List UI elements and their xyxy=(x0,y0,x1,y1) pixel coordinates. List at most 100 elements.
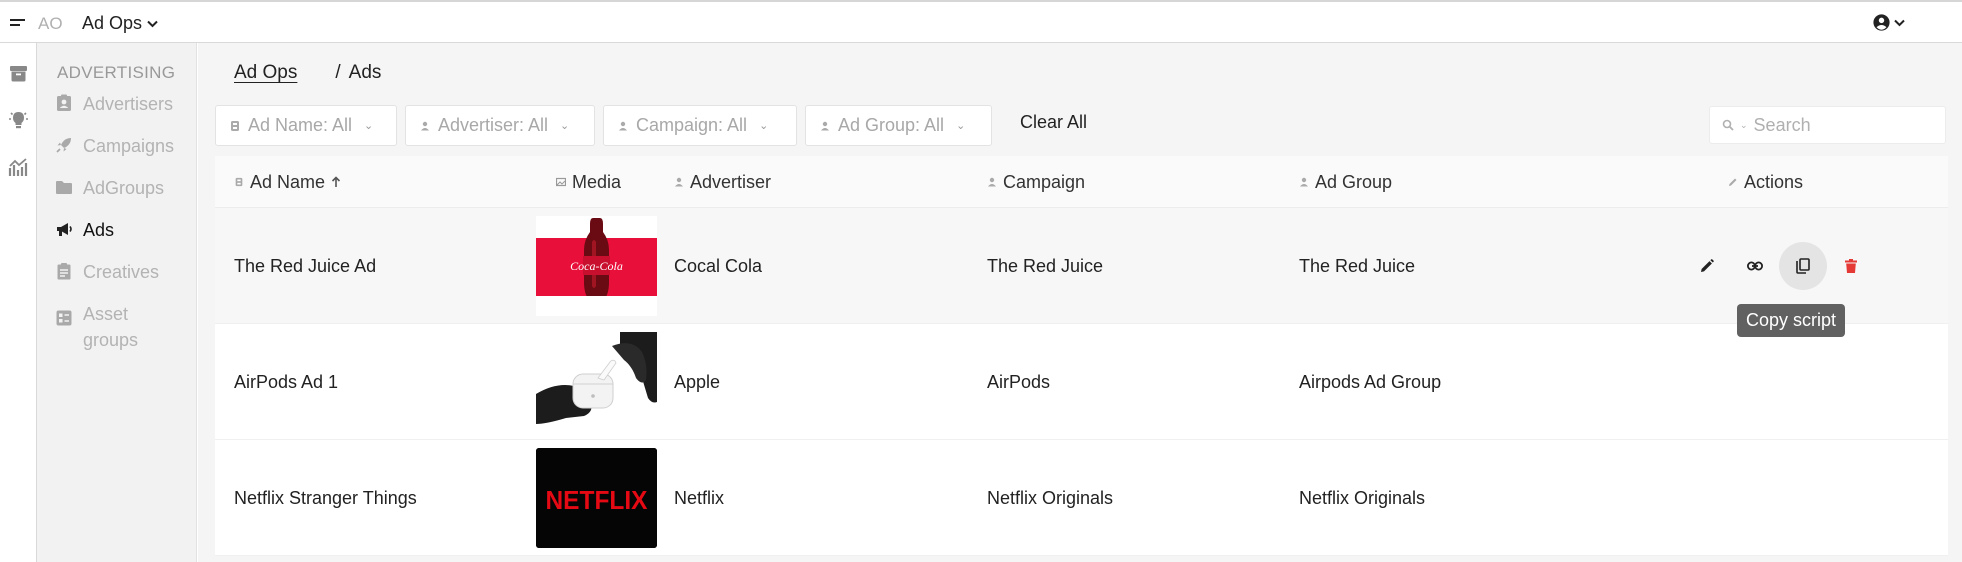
account-circle-icon xyxy=(1873,14,1890,31)
breadcrumb-separator: / xyxy=(335,62,341,83)
cell-ad-name: The Red Juice Ad xyxy=(234,255,377,276)
filter-label: Advertiser: All xyxy=(438,115,549,135)
chevron-down-icon: ⌄ xyxy=(1740,119,1748,130)
menu-icon[interactable] xyxy=(8,14,28,30)
cell-ad-group: The Red Juice xyxy=(1299,255,1416,276)
cell-ad-name: Netflix Stranger Things xyxy=(234,487,417,508)
cell-campaign: Netflix Originals xyxy=(987,487,1114,508)
table-row[interactable]: Netflix Stranger Things NETFLIX Netflix … xyxy=(215,440,1948,556)
breadcrumb: Ad Ops / Ads xyxy=(234,62,381,84)
top-bar: AO Ad Ops xyxy=(0,0,1962,43)
copy-link-button[interactable] xyxy=(1731,242,1779,290)
cell-advertiser: Netflix xyxy=(674,487,725,508)
asset-group-icon xyxy=(56,310,72,326)
chevron-down-icon: ⌄ xyxy=(364,120,374,132)
delete-button[interactable] xyxy=(1827,242,1875,290)
folder-icon xyxy=(56,181,72,194)
filter-bar: Ad Name: All ⌄ Advertiser: All ⌄ Campaig… xyxy=(215,105,992,146)
chevron-down-icon: ⌄ xyxy=(560,120,570,132)
column-header-label: Campaign xyxy=(1003,171,1086,192)
column-header-label: Ad Name xyxy=(250,171,326,192)
filter-label: Ad Name: All xyxy=(248,115,353,135)
rocket-icon xyxy=(56,138,71,153)
person-icon xyxy=(1300,177,1308,187)
sidebar-item-campaigns[interactable]: Campaigns xyxy=(55,133,195,159)
analytics-icon[interactable] xyxy=(8,157,29,178)
search-input[interactable] xyxy=(1753,114,1934,136)
sidebar-item-asset-groups[interactable]: Asset groups xyxy=(55,301,195,353)
sidebar-item-ads[interactable]: Ads xyxy=(55,217,195,243)
filter-campaign[interactable]: Campaign: All ⌄ xyxy=(603,105,797,146)
contact-badge-icon xyxy=(57,94,71,111)
column-header-ad-group[interactable]: Ad Group xyxy=(1299,156,1392,208)
column-header-label: Media xyxy=(572,171,622,192)
filter-label: Ad Group: All xyxy=(838,115,945,135)
cell-advertiser: Apple xyxy=(674,371,721,392)
person-icon xyxy=(619,121,627,130)
column-header-label: Actions xyxy=(1744,171,1804,192)
netflix-logo-image: NETFLIX xyxy=(536,448,657,548)
chevron-down-icon xyxy=(1894,19,1905,26)
org-name: Ad Ops xyxy=(82,13,143,33)
lightbulb-icon[interactable] xyxy=(8,110,29,131)
sidebar-section-title: ADVERTISING xyxy=(57,63,176,82)
netflix-logo-text: NETFLIX xyxy=(546,485,649,515)
sidebar-item-label: AdGroups xyxy=(83,178,165,198)
filter-ad-name[interactable]: Ad Name: All ⌄ xyxy=(215,105,397,146)
org-abbreviation: AO xyxy=(38,14,63,33)
clear-all-button[interactable]: Clear All xyxy=(1020,112,1087,133)
search-box[interactable]: ⌄ xyxy=(1709,106,1946,144)
copy-icon xyxy=(1796,258,1810,274)
app-rail xyxy=(0,43,37,562)
person-icon xyxy=(421,121,429,130)
sidebar-item-creatives[interactable]: Creatives xyxy=(55,259,195,285)
sidebar-item-label: Campaigns xyxy=(83,136,175,156)
column-header-ad-name[interactable]: Ad Name xyxy=(234,156,341,208)
sidebar-item-label: Creatives xyxy=(83,262,160,282)
filter-ad-group[interactable]: Ad Group: All ⌄ xyxy=(805,105,992,146)
column-header-label: Advertiser xyxy=(690,171,772,192)
ad-icon xyxy=(235,177,243,187)
cell-advertiser: Cocal Cola xyxy=(674,255,763,276)
sidebar-item-advertisers[interactable]: Advertisers xyxy=(55,91,195,117)
ads-table: Ad Name Media Advertiser Campaign Ad Gro… xyxy=(215,156,1948,556)
cell-ad-group: Netflix Originals xyxy=(1299,487,1426,508)
cell-ad-group: Airpods Ad Group xyxy=(1299,371,1442,392)
ad-icon xyxy=(231,120,239,131)
cell-campaign: The Red Juice xyxy=(987,255,1104,276)
coca-cola-bottle-image: Coca-Cola xyxy=(536,216,657,316)
breadcrumb-link-ad-ops[interactable]: Ad Ops xyxy=(234,62,297,84)
sidebar-item-label: Advertisers xyxy=(83,94,174,114)
column-header-label: Ad Group xyxy=(1315,171,1393,192)
coke-logo-text: Coca-Cola xyxy=(570,259,623,273)
filter-advertiser[interactable]: Advertiser: All ⌄ xyxy=(405,105,595,146)
column-header-media[interactable]: Media xyxy=(556,156,621,208)
sidebar-item-adgroups[interactable]: AdGroups xyxy=(55,175,195,201)
column-header-campaign[interactable]: Campaign xyxy=(987,156,1085,208)
pencil-icon xyxy=(1729,178,1737,186)
sidebar-item-label: Ads xyxy=(83,220,115,240)
edit-button[interactable] xyxy=(1683,242,1731,290)
user-menu[interactable] xyxy=(1873,14,1905,31)
filter-label: Campaign: All xyxy=(636,115,748,135)
copy-script-button[interactable] xyxy=(1779,242,1827,290)
column-header-actions: Actions xyxy=(1728,156,1803,208)
cell-ad-name: AirPods Ad 1 xyxy=(234,371,339,392)
search-icon xyxy=(1722,119,1734,131)
link-icon xyxy=(1747,261,1763,271)
org-selector[interactable]: Ad Ops xyxy=(82,13,158,34)
delete-icon xyxy=(1845,259,1857,273)
chevron-down-icon xyxy=(147,20,158,27)
person-icon xyxy=(988,177,996,187)
megaphone-icon xyxy=(57,223,72,236)
column-header-advertiser[interactable]: Advertiser xyxy=(674,156,771,208)
airpods-case-image xyxy=(536,332,657,432)
copy-script-tooltip: Copy script xyxy=(1737,304,1846,337)
chevron-down-icon: ⌄ xyxy=(759,120,769,132)
breadcrumb-current: Ads xyxy=(348,62,382,83)
archive-icon[interactable] xyxy=(8,63,29,84)
table-row[interactable]: AirPods Ad 1 Apple AirPods Airpods Ad Gr… xyxy=(215,324,1948,440)
sort-ascending-icon[interactable] xyxy=(331,176,341,188)
table-row[interactable]: The Red Juice Ad Coca-Cola Cocal Cola Th… xyxy=(215,208,1948,324)
sidebar: ADVERTISING Advertisers Campaigns AdGrou… xyxy=(37,43,197,562)
